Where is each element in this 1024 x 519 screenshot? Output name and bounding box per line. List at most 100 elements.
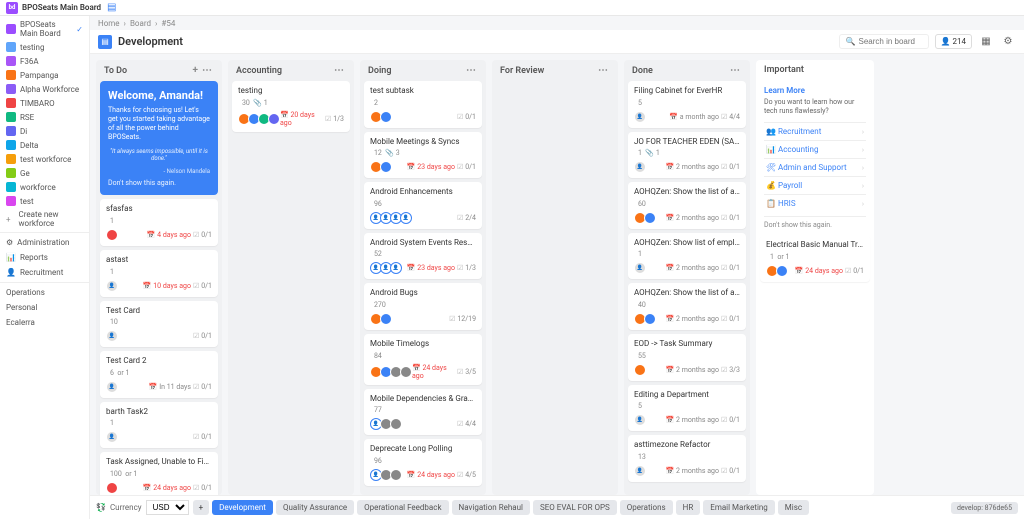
search-input[interactable] [859,37,919,46]
sidebar-workforce-item[interactable]: testing [0,40,89,54]
task-card[interactable]: Android Bugs 270 12/19 [364,283,482,330]
task-card[interactable]: test subtask 2 0/1 [364,81,482,128]
boards-icon[interactable]: ▤ [107,2,116,13]
sidebar-workforce-item[interactable]: BPOSeats Main Board✓ [0,18,89,40]
important-link[interactable]: 💰 Payroll › [764,176,866,194]
due-date: 📅 In 11 days [149,383,191,391]
card-avatars: 👤 [106,280,141,292]
task-card[interactable]: EOD -> Task Summary 55 📅 2 months ago 3/… [628,334,746,381]
sidebar-nav-item[interactable]: ⚙Administration [0,235,89,250]
sidebar-nav-item[interactable]: 📊Reports [0,250,89,265]
board-tab[interactable]: SEO EVAL FOR OPS [533,500,617,515]
currency-select[interactable]: USD [146,500,189,515]
workspace-title[interactable]: BPOSeats Main Board [22,3,101,12]
board-tab[interactable]: Operations [620,500,673,515]
task-card[interactable]: Electrical Basic Manual Troubleshooting … [760,235,870,282]
task-card[interactable]: Mobile Timelogs 84 📅 24 days ago 3/5 [364,334,482,385]
chevron-right-icon: › [862,164,864,172]
board-tab[interactable]: Operational Feedback [357,500,448,515]
task-card[interactable]: Android System Events Response 52 👤👤👤 📅 … [364,233,482,280]
create-workforce[interactable]: + Create new workforce [0,208,89,230]
sidebar-workforce-item[interactable]: test workforce [0,152,89,166]
sidebar-nav-item[interactable]: Operations [0,285,89,300]
column-header: Done ⋯ [624,60,750,81]
column-menu-icon[interactable]: ⋯ [464,65,478,76]
sidebar-workforce-item[interactable]: test [0,194,89,208]
task-card[interactable]: Test Card 10 👤 0/1 [100,301,218,348]
task-card[interactable]: Mobile Meetings & Syncs 12 📎 3 📅 23 days… [364,132,482,179]
column-body[interactable] [492,81,618,495]
sidebar-workforce-item[interactable]: Ge [0,166,89,180]
board-search[interactable]: 🔍 [839,34,929,49]
sidebar-workforce-item[interactable]: Alpha Workforce [0,82,89,96]
board-tab[interactable]: Misc [778,500,809,515]
task-card[interactable]: testing 30 📎 1 📅 20 days ago 1/3 [232,81,350,132]
welcome-dismiss[interactable]: Don't show this again. [108,179,210,187]
column-header: Accounting ⋯ [228,60,354,81]
card-title: AOHQZen: Show list of employees on accou… [634,238,740,248]
learn-more-link[interactable]: Learn More [764,86,866,95]
task-card[interactable]: AOHQZen: Show the list of accountabiliti… [628,283,746,330]
important-link[interactable]: 📋 HRIS › [764,194,866,212]
task-card[interactable]: JO FOR TEACHER EDEN (SAMPLE) 1 📎 1 👤 📅 2… [628,132,746,179]
task-card[interactable]: Task Assigned, Unable to Find 100 or 1 📅… [100,452,218,495]
task-card[interactable]: AOHQZen: Show list of employees on accou… [628,233,746,280]
column-body[interactable]: testing 30 📎 1 📅 20 days ago 1/3 [228,81,354,495]
board-title[interactable]: Development [118,35,833,48]
board-tab[interactable]: Quality Assurance [276,500,354,515]
card-title: astast [106,255,212,265]
sidebar-nav-item[interactable]: 👤Recruitment [0,265,89,280]
task-card[interactable]: Test Card 2 6 or 1 👤 📅 In 11 days 0/1 [100,351,218,398]
important-dismiss[interactable]: Don't show this again. [764,216,866,229]
app-logo[interactable]: bd [6,2,18,14]
important-link[interactable]: 📊 Accounting › [764,140,866,158]
settings-icon[interactable]: ⚙ [1000,34,1016,50]
sidebar-workforce-item[interactable]: Di [0,124,89,138]
card-meta: 96 [370,200,476,208]
column-add-icon[interactable]: + [191,65,201,76]
board-tab[interactable]: Email Marketing [703,500,775,515]
grid-view-icon[interactable]: ▦ [978,34,994,50]
task-card[interactable]: Filing Cabinet for EverHR 5 👤 📅 a month … [628,81,746,128]
due-date: 📅 2 months ago [666,264,719,272]
card-meta: 30 📎 1 [238,99,344,107]
task-card[interactable]: Mobile Dependencies & Gradle Upgrades 77… [364,389,482,436]
add-tab-button[interactable]: + [193,500,210,515]
breadcrumb-id[interactable]: #54 [161,19,175,28]
column-menu-icon[interactable]: ⋯ [332,65,346,76]
sidebar-workforce-item[interactable]: TIMBARO [0,96,89,110]
task-card[interactable]: AOHQZen: Show the list of accountabiliti… [628,182,746,229]
welcome-attribution: - Nelson Mandela [108,168,210,175]
board-tab[interactable]: HR [676,500,701,515]
task-card[interactable]: Android Enhancements 96 👤👤👤👤 2/4 [364,182,482,229]
sidebar-workforce-item[interactable]: F36A [0,54,89,68]
members-button[interactable]: 👤 214 [935,34,972,49]
task-card[interactable]: astast 1 👤 📅 10 days ago 0/1 [100,250,218,297]
due-date: 📅 2 months ago [666,467,719,475]
card-meta: 1 📎 1 [634,149,740,157]
task-card[interactable]: barth Task2 1 👤 0/1 [100,402,218,449]
column-body[interactable]: test subtask 2 0/1 Mobile Meetings & Syn… [360,81,486,495]
sidebar-nav-item[interactable]: Ecalerra [0,315,89,330]
board-tab[interactable]: Navigation Rehaul [452,500,530,515]
column-body[interactable]: Filing Cabinet for EverHR 5 👤 📅 a month … [624,81,750,495]
column-menu-icon[interactable]: ⋯ [200,65,214,76]
board-tab[interactable]: Development [212,500,273,515]
sidebar-workforce-item[interactable]: Pampanga [0,68,89,82]
due-date: 📅 a month ago [669,113,719,121]
task-card[interactable]: Deprecate Long Polling 96 👤 📅 24 days ag… [364,439,482,486]
important-link[interactable]: 🛠 Admin and Support › [764,158,866,176]
task-card[interactable]: Editing a Department 5 👤 📅 2 months ago … [628,385,746,432]
column-menu-icon[interactable]: ⋯ [596,65,610,76]
column-body[interactable]: Welcome, Amanda! Thanks for choosing us!… [96,81,222,495]
sidebar-workforce-item[interactable]: workforce [0,180,89,194]
important-link[interactable]: 👥 Recruitment › [764,122,866,140]
sidebar-workforce-item[interactable]: Delta [0,138,89,152]
sidebar-nav-item[interactable]: Personal [0,300,89,315]
sidebar-workforce-item[interactable]: RSE [0,110,89,124]
breadcrumb-board[interactable]: Board [130,19,151,28]
task-card[interactable]: asttimezone Refactor 13 👤 📅 2 months ago… [628,435,746,482]
breadcrumb-home[interactable]: Home [98,19,120,28]
task-card[interactable]: sfasfas 1 📅 4 days ago 0/1 [100,199,218,246]
column-menu-icon[interactable]: ⋯ [728,65,742,76]
